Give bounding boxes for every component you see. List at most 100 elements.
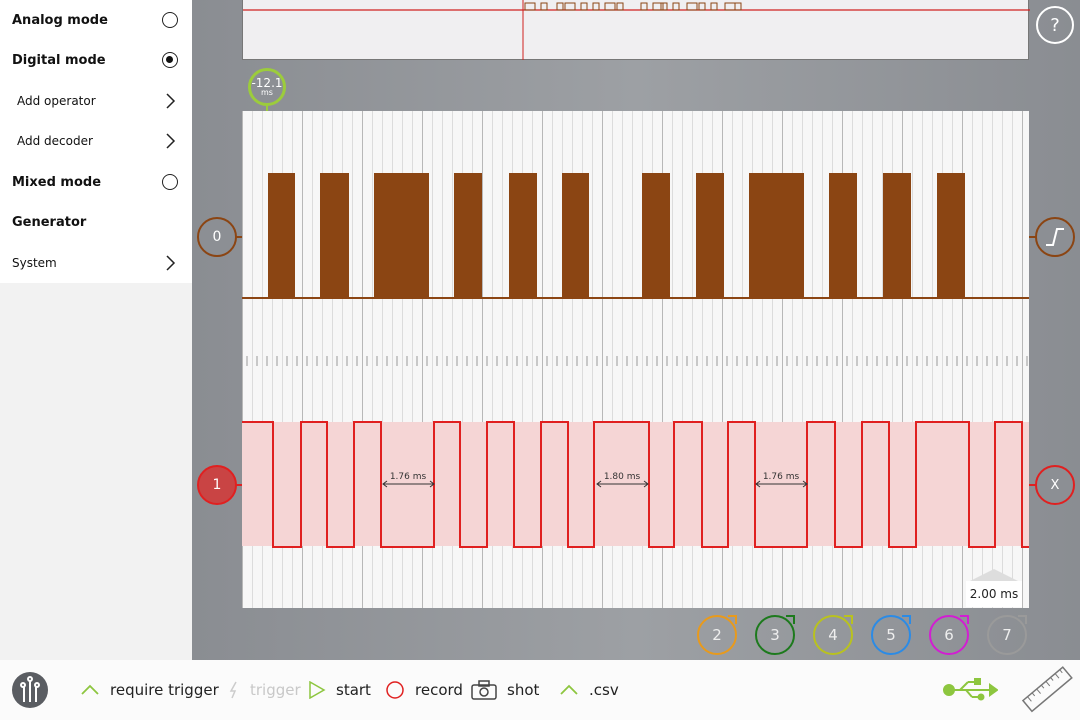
ch0-pulse (454, 173, 482, 298)
usb-status-icon[interactable] (942, 678, 999, 702)
ruler-icon (1021, 666, 1073, 713)
shot-button[interactable]: shot (471, 660, 539, 720)
channel-1-number: 1 (212, 477, 222, 493)
record-label: record (415, 681, 463, 699)
timebase-label: 2.00 ms (966, 581, 1022, 607)
ch1-connector (236, 484, 242, 486)
channel-number: 6 (944, 626, 954, 644)
menu-item-label: Generator (12, 214, 87, 230)
menu-item-label: Analog mode (12, 12, 108, 28)
ch0-pulse (749, 173, 804, 298)
channel-1-label[interactable]: 1 (197, 465, 237, 505)
ch0-pulse (642, 173, 670, 298)
channel-4-selector[interactable]: 4 (813, 615, 853, 655)
overview-waveform (243, 0, 1030, 60)
close-icon: X (1050, 477, 1060, 493)
logic-analyzer-plot[interactable]: 2.00 ms (242, 111, 1029, 608)
chevron-up-icon (81, 684, 99, 695)
ch0-pulse (268, 173, 295, 298)
menu-add-decoder[interactable]: Add decoder (0, 121, 192, 161)
mixed-mode-radio[interactable] (162, 174, 178, 190)
channel-5-selector[interactable]: 5 (871, 615, 911, 655)
channel-0-label[interactable]: 0 (197, 217, 237, 257)
ch0-pulse (829, 173, 857, 298)
cursor-unit: ms (261, 88, 273, 97)
menu-system[interactable]: System (0, 243, 192, 283)
analog-mode-radio[interactable] (162, 12, 178, 28)
menu-generator[interactable]: Generator (0, 202, 192, 242)
ch1-close-button[interactable]: X (1035, 465, 1075, 505)
chevron-right-icon (166, 93, 176, 109)
help-button[interactable]: ? (1036, 6, 1074, 44)
channel-3-selector[interactable]: 3 (755, 615, 795, 655)
ch0-pulse (374, 173, 429, 298)
chevron-up-icon (560, 684, 578, 695)
ch0-pulse (883, 173, 911, 298)
help-label: ? (1050, 14, 1060, 36)
channel-7-selector[interactable]: 7 (987, 615, 1027, 655)
overview-strip[interactable] (242, 0, 1030, 60)
menu-add-operator[interactable]: Add operator (0, 81, 192, 121)
ruler-button[interactable] (1020, 664, 1076, 716)
menu-analog-mode[interactable]: Analog mode (0, 0, 192, 40)
channel-number: 2 (712, 626, 722, 644)
channel-2-selector[interactable]: 2 (697, 615, 737, 655)
menu-empty-area (0, 283, 192, 660)
ch0-pulse (562, 173, 589, 298)
channel-number: 5 (886, 626, 896, 644)
ch1-right-connector (1029, 484, 1036, 486)
play-icon (309, 681, 326, 699)
csv-export-button[interactable]: .csv (559, 660, 619, 720)
start-button[interactable]: start (308, 660, 371, 720)
channel-indicator-icon (902, 615, 911, 624)
channel-indicator-icon (844, 615, 853, 624)
channel-indicator-icon (1018, 615, 1027, 624)
start-label: start (336, 681, 371, 699)
app-logo[interactable] (12, 672, 48, 708)
channel-number: 4 (828, 626, 838, 644)
trigger-label: trigger (250, 681, 301, 699)
lightning-icon (229, 681, 237, 699)
menu-item-label: System (12, 256, 57, 270)
csv-label: .csv (589, 681, 619, 699)
cursor-time-marker[interactable]: -12.1 ms (248, 68, 286, 106)
menu-item-label: Add operator (17, 94, 96, 108)
require-trigger-toggle[interactable]: require trigger (80, 660, 219, 720)
bottom-toolbar: require trigger trigger start record sho… (0, 660, 1080, 720)
menu-digital-mode[interactable]: Digital mode (0, 40, 192, 80)
menu-item-label: Mixed mode (12, 174, 102, 190)
ch0-connector (236, 236, 242, 238)
timebase-arrow-icon (970, 569, 1018, 581)
measurement-label: 1.76 ms (762, 472, 800, 482)
trigger-button[interactable]: trigger (228, 660, 301, 720)
ch0-trigger-edge-button[interactable] (1035, 217, 1075, 257)
channel-indicator-icon (728, 615, 737, 624)
measurement-label: 1.76 ms (389, 472, 427, 482)
ch0-pulse (320, 173, 349, 298)
chevron-right-icon (166, 133, 176, 149)
shot-label: shot (507, 681, 540, 699)
require-trigger-label: require trigger (110, 681, 219, 699)
record-icon (386, 681, 404, 699)
camera-icon (471, 680, 497, 700)
chevron-right-icon (166, 255, 176, 271)
plot-canvas (242, 111, 1029, 608)
ch0-right-connector (1029, 236, 1036, 238)
usb-icon (943, 678, 999, 701)
ch0-pulse (937, 173, 965, 298)
channel-indicator-icon (960, 615, 969, 624)
menu-mixed-mode[interactable]: Mixed mode (0, 162, 192, 202)
channel-indicator-icon (786, 615, 795, 624)
timebase-indicator[interactable]: 2.00 ms (966, 569, 1022, 607)
digital-mode-radio[interactable] (162, 52, 178, 68)
side-menu: Analog mode Digital mode Add operator Ad… (0, 0, 192, 283)
ch0-pulse (696, 173, 724, 298)
channel-6-selector[interactable]: 6 (929, 615, 969, 655)
menu-item-label: Add decoder (17, 134, 93, 148)
channel-number: 7 (1002, 626, 1012, 644)
channel-0-number: 0 (212, 229, 222, 245)
trigger-edge-icon (1046, 228, 1064, 246)
channel-number: 3 (770, 626, 780, 644)
ch0-pulse (509, 173, 537, 298)
record-button[interactable]: record (385, 660, 463, 720)
